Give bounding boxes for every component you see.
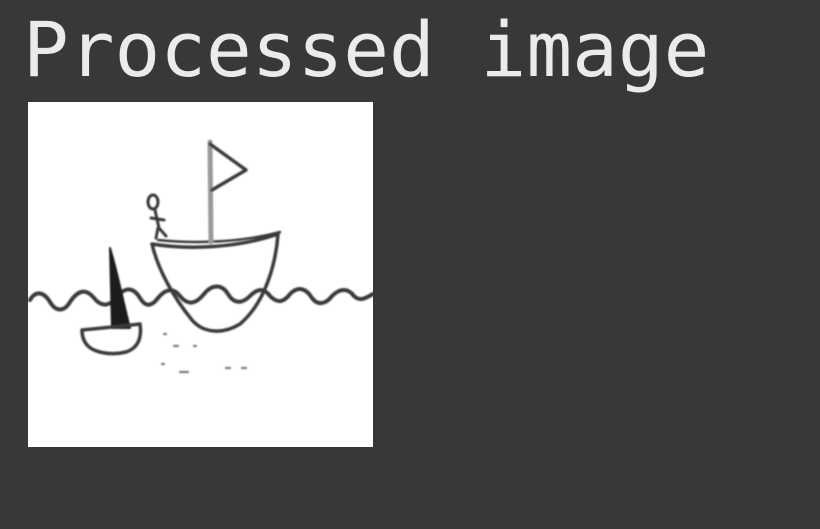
big-boat-mast	[207, 139, 214, 245]
sailboat-drawing-icon	[28, 102, 373, 447]
page-title: Processed image	[23, 5, 710, 94]
processed-image	[28, 102, 373, 447]
